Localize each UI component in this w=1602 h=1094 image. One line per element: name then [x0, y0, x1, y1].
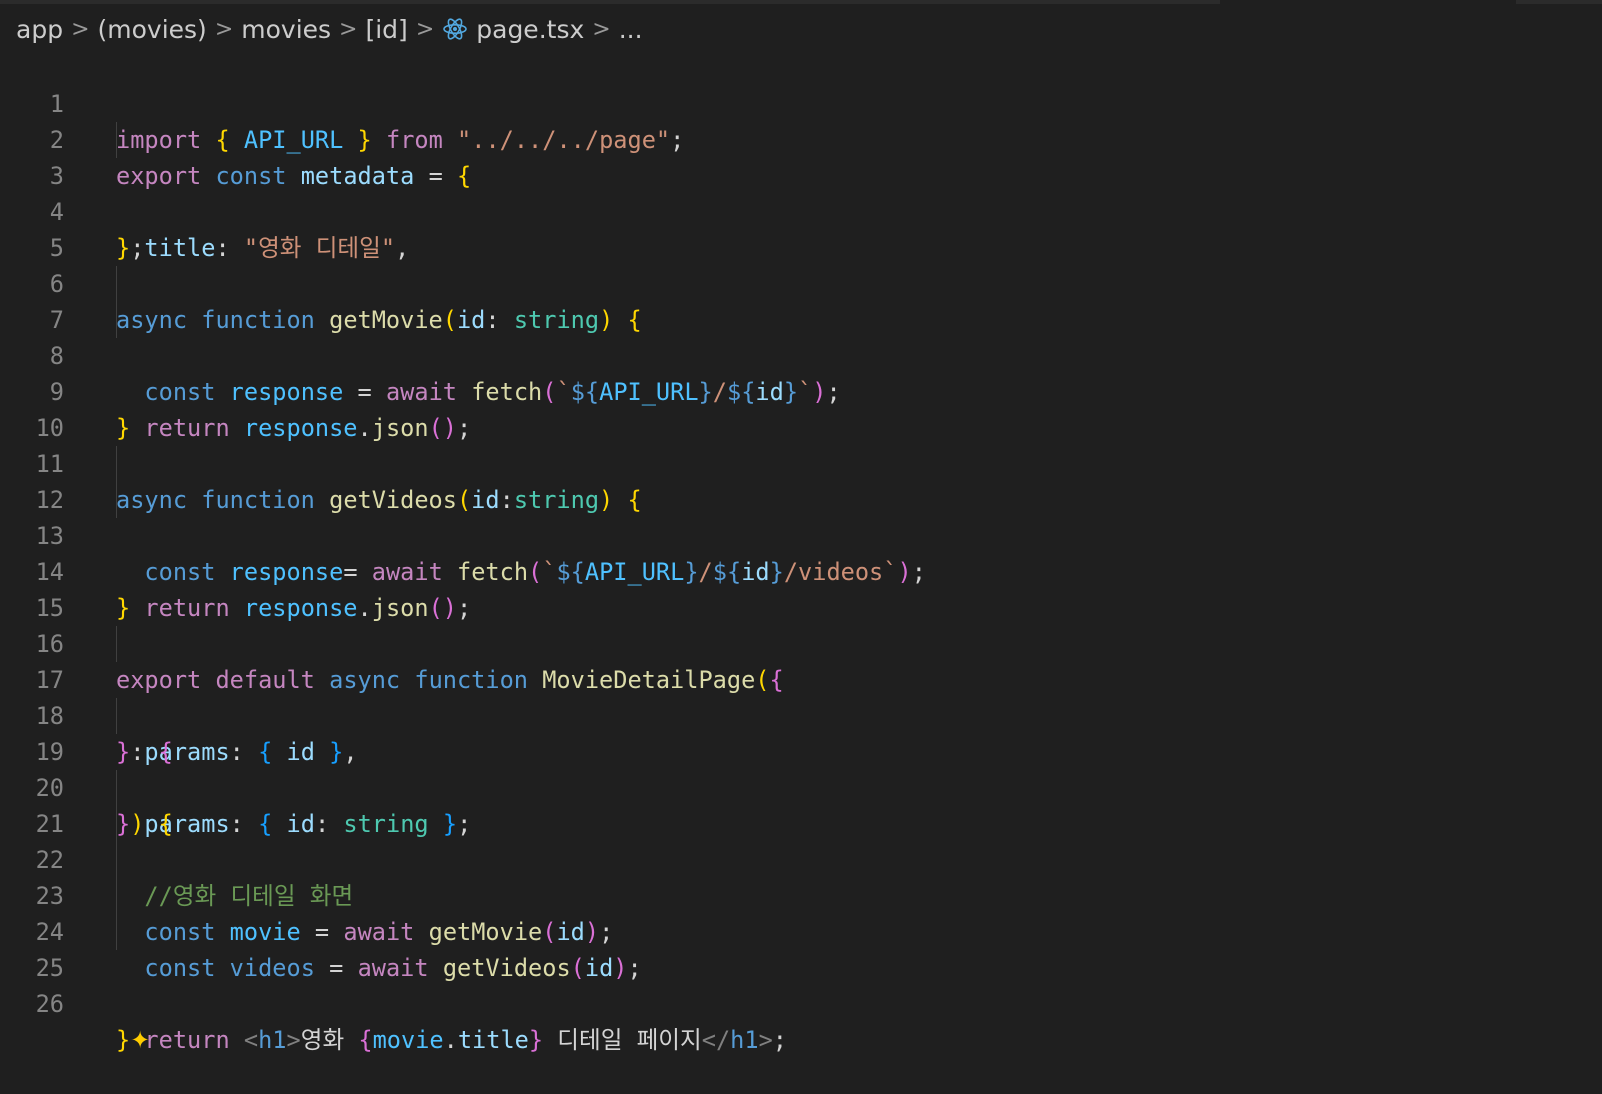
chevron-right-icon: >: [415, 16, 435, 42]
code-line: 2 export const metadata = {: [0, 86, 1602, 190]
breadcrumb-item-id[interactable]: [id]: [365, 15, 407, 44]
editor-tab-strip: [0, 0, 1602, 4]
chevron-right-icon: >: [214, 16, 234, 42]
indent-guide: [116, 626, 117, 662]
react-icon: [442, 17, 468, 41]
indent-guide: [116, 878, 117, 914]
chevron-right-icon: >: [592, 16, 611, 42]
indent-guide: [116, 698, 117, 734]
indent-guide: [116, 806, 117, 842]
code-line: 8 return response.json();: [0, 302, 1602, 442]
code-line: 16 export default async function MovieDe…: [0, 590, 1602, 694]
line-number: 26: [35, 990, 64, 1018]
code-line: 12 const response= await fetch(`${API_UR…: [0, 446, 1602, 586]
line-content: }✦: [116, 1026, 150, 1054]
indent-guide: [116, 482, 117, 518]
code-line: 11 async function getVideos(id:string) {: [0, 410, 1602, 514]
breadcrumb-item-movies-group[interactable]: (movies): [98, 15, 207, 44]
code-line: 21 //영화 디테일 화면: [0, 770, 1602, 910]
code-line: 15: [0, 554, 1602, 622]
breadcrumb: app > (movies) > movies > [id] > page.ts…: [16, 12, 643, 46]
indent-guide: [116, 914, 117, 950]
code-line: 20 }) {: [0, 734, 1602, 838]
code-line: 14 }: [0, 518, 1602, 622]
code-line: 25 return <h1>영화 {movie.title} 디테일 페이지</…: [0, 914, 1602, 1054]
chevron-right-icon: >: [71, 16, 90, 42]
breadcrumb-file[interactable]: page.tsx: [476, 15, 584, 44]
code-line: 9 }: [0, 338, 1602, 442]
code-editor[interactable]: 1 import { API_URL } from "../../../page…: [0, 50, 1602, 1054]
code-line: 22 const movie = await getMovie(id);: [0, 806, 1602, 946]
breadcrumb-item-movies[interactable]: movies: [241, 15, 331, 44]
code-line: 17 params: { id },: [0, 626, 1602, 766]
indent-guide: [116, 266, 117, 302]
code-line: 10: [0, 374, 1602, 442]
code-line: 1 import { API_URL } from "../../../page…: [0, 50, 1602, 154]
chevron-right-icon: >: [339, 16, 358, 42]
indent-guide: [116, 122, 117, 158]
code-line: 5: [0, 194, 1602, 262]
code-line: 4 };: [0, 158, 1602, 262]
breadcrumb-item-app[interactable]: app: [16, 15, 63, 44]
indent-guide: [116, 302, 117, 338]
code-line: 19 params: { id: string };: [0, 698, 1602, 838]
indent-guide: [116, 446, 117, 482]
code-line: 24: [0, 878, 1602, 946]
code-line: 13 return response.json();: [0, 482, 1602, 622]
breadcrumb-more[interactable]: ...: [619, 15, 643, 44]
code-line: 18 }: {: [0, 662, 1602, 766]
code-line: 26 }✦: [0, 950, 1602, 1054]
indent-guide: [116, 770, 117, 806]
line-content: return <h1>영화 {movie.title} 디테일 페이지</h1>…: [144, 1026, 788, 1054]
code-line: 3 title: "영화 디테일",: [0, 122, 1602, 262]
sparkle-icon[interactable]: ✦: [130, 1026, 150, 1054]
code-line: 7 const response = await fetch(`${API_UR…: [0, 266, 1602, 406]
code-line: 6 async function getMovie(id: string) {: [0, 230, 1602, 334]
indent-guide: [116, 842, 117, 878]
code-line: 23 const videos = await getVideos(id);: [0, 842, 1602, 982]
